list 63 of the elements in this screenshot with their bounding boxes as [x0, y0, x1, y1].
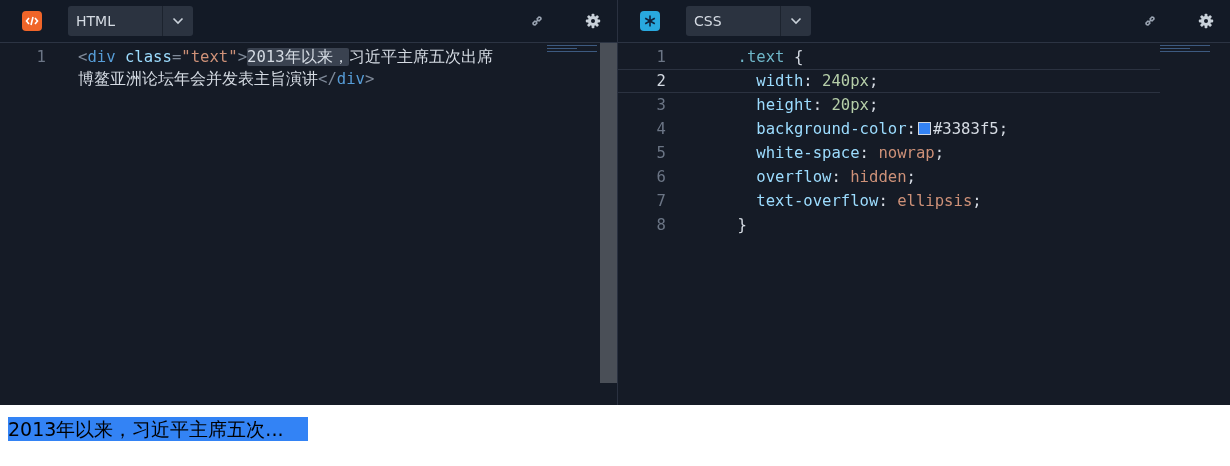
code-text: hidden: [850, 168, 907, 186]
code-text: :: [831, 168, 842, 186]
minimap-drawing: [547, 45, 597, 54]
line-number: 3: [655, 95, 666, 116]
language-dropdown[interactable]: HTML: [68, 6, 193, 36]
code-text: ;: [869, 96, 879, 114]
preview-text: 2013年以来，习近平主席五次...: [8, 417, 308, 441]
code-text: div: [87, 48, 116, 66]
code-text: ;: [934, 144, 945, 162]
code-text: .text: [736, 48, 785, 66]
line-number: 1: [655, 47, 666, 68]
code-text: #3383f5: [932, 120, 999, 138]
code-text: >: [237, 48, 248, 66]
settings-icon[interactable]: [585, 13, 601, 29]
code-text: white-space: [755, 144, 860, 162]
scrollbar[interactable]: [600, 43, 617, 383]
code-text: </: [318, 70, 337, 88]
code-text: ;: [869, 72, 879, 90]
line-number: 6: [655, 167, 666, 188]
code-text: 博鳌亚洲论坛年会并发表主旨演讲: [78, 70, 318, 88]
code-text: 习近平主席五次出席: [348, 48, 493, 66]
asterisk-icon: [640, 11, 660, 31]
code-text: :: [812, 96, 824, 114]
code-icon: [22, 11, 42, 31]
line-number: 2: [655, 71, 666, 92]
link-icon[interactable]: [1142, 13, 1158, 29]
code-text: :: [803, 72, 814, 90]
code-text: 20px: [831, 96, 869, 114]
code-text: background-color: [755, 120, 907, 138]
code-text: :: [906, 120, 916, 138]
caret-icon: [790, 17, 802, 25]
code-text: :: [878, 192, 889, 210]
code-text: "text": [181, 48, 238, 66]
code-text: nowrap: [878, 144, 935, 162]
code-text: =: [171, 48, 182, 66]
line-number: 4: [655, 119, 666, 140]
code-text: 240px: [822, 72, 869, 90]
code-text: div: [336, 70, 365, 88]
language-dropdown[interactable]: CSS: [686, 6, 811, 36]
code-text: ;: [998, 120, 1009, 138]
code-text: width: [755, 72, 804, 90]
link-icon[interactable]: [529, 13, 545, 29]
code-text: height: [755, 96, 813, 114]
code-text: ;: [906, 168, 916, 186]
color-swatch[interactable]: [917, 122, 931, 135]
line-number: 8: [655, 215, 666, 236]
line-number: 7: [655, 191, 666, 212]
caret-icon: [172, 17, 184, 25]
code-text: 2013年以来，: [247, 48, 349, 66]
code-text: overflow: [755, 168, 832, 186]
code-text: text-overflow: [755, 192, 879, 210]
code-text: <: [78, 48, 88, 66]
code-text: class: [123, 48, 172, 66]
line-number: 5: [655, 143, 666, 164]
settings-icon[interactable]: [1198, 13, 1214, 29]
line-number: 1: [35, 47, 46, 68]
code-text: >: [364, 70, 375, 88]
code-text: ;: [972, 192, 982, 210]
code-text: ellipsis: [897, 192, 973, 210]
code-text: :: [859, 144, 870, 162]
minimap-drawing: [1160, 45, 1210, 54]
code-text: {: [792, 48, 804, 66]
code-text: }: [736, 216, 747, 234]
